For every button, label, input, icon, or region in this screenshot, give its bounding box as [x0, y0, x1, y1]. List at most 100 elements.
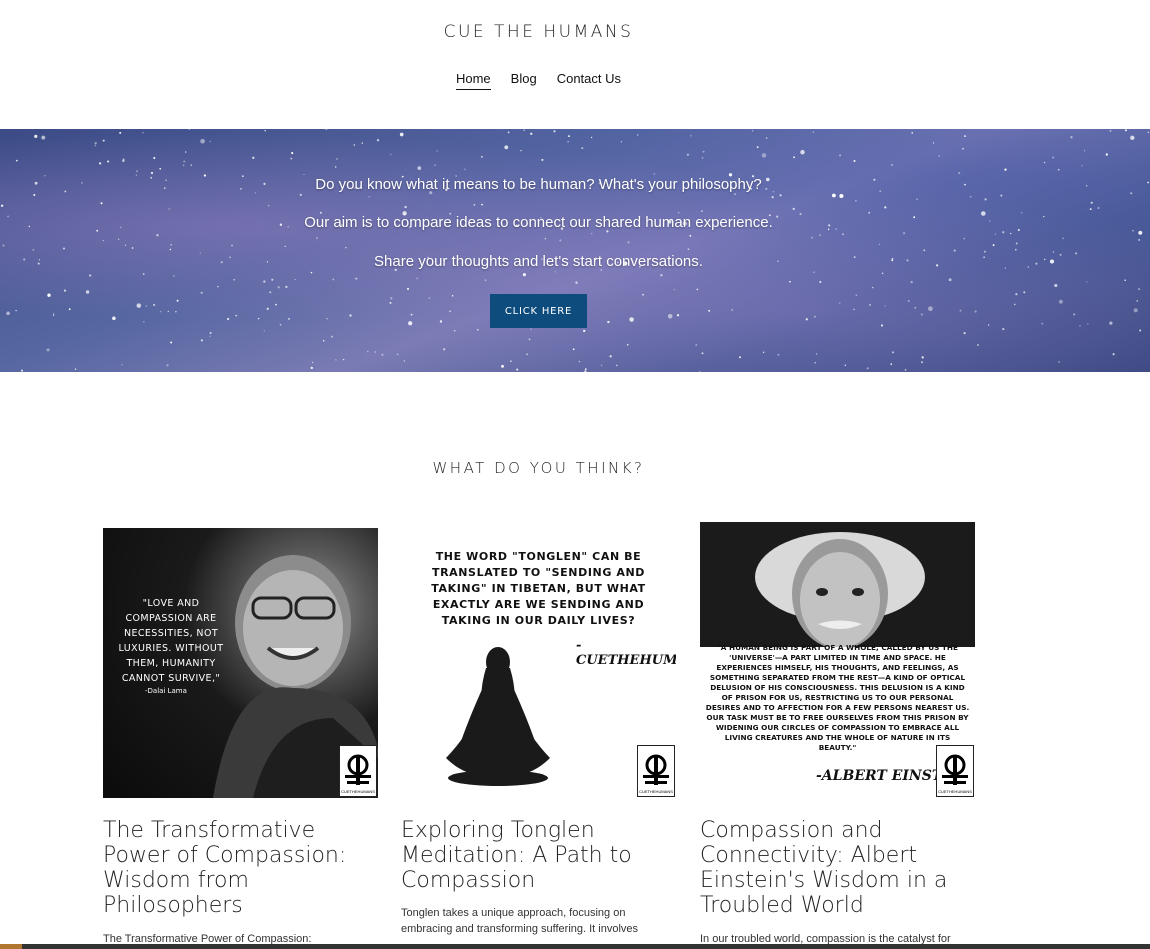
nav-item-home[interactable]: Home — [455, 71, 491, 90]
star — [544, 237, 547, 240]
star — [839, 302, 841, 304]
star — [279, 323, 282, 326]
star — [1138, 230, 1143, 235]
star — [921, 361, 923, 364]
star — [992, 244, 995, 247]
star — [660, 274, 663, 277]
star — [62, 247, 66, 250]
card-title[interactable]: Compassion and Connectivity: Albert Eins… — [700, 818, 975, 918]
star — [257, 317, 260, 320]
star — [501, 364, 504, 368]
cuethehumans-logo-icon: CUETHEHUMANS — [637, 745, 675, 797]
star — [890, 363, 893, 366]
click-here-button[interactable]: CLICK HERE — [490, 294, 587, 328]
star — [910, 280, 913, 284]
star — [107, 160, 110, 163]
star — [170, 243, 173, 246]
star — [453, 329, 456, 332]
star — [777, 353, 780, 356]
star — [145, 305, 147, 307]
star — [701, 210, 703, 212]
star — [20, 369, 24, 372]
star — [226, 317, 230, 321]
star — [884, 206, 887, 209]
star — [884, 305, 886, 307]
card-image-dalai-lama[interactable]: "LOVE AND COMPASSION ARE NECESSITIES, NO… — [103, 528, 378, 798]
star — [476, 328, 479, 331]
star — [263, 280, 266, 283]
star — [209, 335, 211, 337]
site-title[interactable]: CUE THE HUMANS — [0, 22, 1077, 42]
star — [41, 135, 46, 140]
star — [150, 171, 154, 175]
star — [853, 308, 855, 311]
star — [708, 309, 711, 312]
star — [311, 361, 314, 364]
logo-mark — [345, 754, 371, 785]
card-excerpt: Tonglen takes a unique approach, focusin… — [401, 907, 639, 935]
star — [330, 335, 333, 338]
star — [136, 170, 138, 173]
star — [1043, 161, 1046, 164]
star — [310, 366, 313, 370]
site-header: CUE THE HUMANS Home Blog Contact Us — [0, 0, 1150, 129]
star — [1014, 248, 1017, 251]
star — [854, 199, 857, 202]
star — [264, 130, 266, 132]
star — [102, 139, 105, 142]
star — [1058, 361, 1060, 363]
star — [325, 129, 328, 131]
star — [844, 364, 846, 366]
star — [642, 293, 644, 296]
star — [428, 297, 431, 300]
star — [345, 247, 347, 249]
star — [100, 202, 103, 205]
card-title[interactable]: The Transformative Power of Compassion: … — [103, 818, 378, 918]
star — [403, 360, 405, 362]
star — [376, 139, 380, 142]
star — [252, 156, 255, 159]
star — [288, 317, 290, 320]
star — [159, 167, 162, 170]
star — [15, 309, 17, 312]
star — [578, 360, 581, 363]
star — [332, 278, 335, 281]
star — [523, 129, 525, 131]
star — [1133, 308, 1138, 313]
star — [63, 289, 67, 292]
logo-text: CUETHEHUMANS — [938, 789, 972, 794]
star — [416, 277, 419, 280]
star — [235, 314, 238, 317]
star — [626, 343, 629, 346]
star — [959, 309, 962, 312]
star — [1086, 185, 1088, 187]
star — [923, 249, 926, 252]
card-image-tonglen[interactable]: THE WORD "TONGLEN" CAN BE TRANSLATED TO … — [401, 528, 676, 798]
star — [814, 361, 817, 364]
star — [731, 308, 734, 311]
star — [607, 320, 610, 324]
star — [567, 140, 569, 143]
portrait-illustration — [700, 522, 975, 647]
card-title[interactable]: Exploring Tonglen Meditation: A Path to … — [401, 818, 676, 893]
star — [122, 158, 125, 161]
star — [1023, 291, 1026, 294]
star — [368, 196, 370, 198]
star — [616, 364, 618, 367]
nav-item-blog[interactable]: Blog — [511, 71, 537, 90]
star — [751, 130, 754, 132]
card-image-einstein[interactable]: "A HUMAN BEING IS PART OF A WHOLE, CALLE… — [700, 522, 975, 798]
star — [390, 297, 393, 300]
image-quote: "LOVE AND COMPASSION ARE NECESSITIES, NO… — [118, 598, 224, 684]
star — [866, 367, 869, 370]
bottom-bar-accent — [0, 944, 22, 949]
star — [404, 205, 407, 209]
nav-item-contact-us[interactable]: Contact Us — [557, 71, 621, 90]
star — [136, 303, 142, 308]
star — [397, 353, 399, 355]
star — [832, 193, 836, 198]
star — [994, 233, 997, 235]
star — [554, 271, 556, 273]
star — [507, 131, 510, 134]
star — [1015, 293, 1018, 296]
